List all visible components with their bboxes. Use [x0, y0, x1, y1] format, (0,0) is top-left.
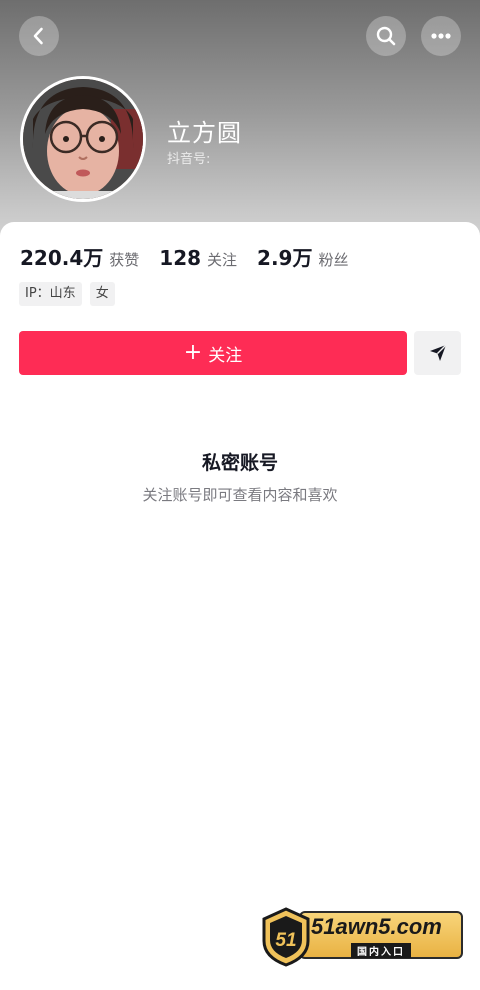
private-account-title: 私密账号: [201, 452, 278, 474]
stat-following[interactable]: 128 关注: [159, 246, 237, 270]
watermark-subtitle: 国内入口: [351, 943, 411, 958]
watermark-shield-icon: 51: [262, 907, 310, 967]
more-button[interactable]: [421, 16, 461, 56]
stat-followers-label: 粉丝: [318, 251, 349, 269]
stats-row: 220.4万 获赞 128 关注 2.9万 粉丝: [20, 242, 369, 271]
watermark-domain: 51awn5.com: [311, 914, 442, 939]
follow-button[interactable]: + 关注: [19, 331, 407, 375]
douyin-id-label: 抖音号:: [167, 152, 211, 167]
stat-likes-value: 220.4万: [20, 246, 104, 270]
profile-header: 立方圆 抖音号:: [0, 0, 480, 250]
stat-likes-label: 获赞: [109, 251, 140, 269]
search-button[interactable]: [366, 16, 406, 56]
avatar[interactable]: [20, 76, 146, 202]
stat-following-label: 关注: [207, 251, 238, 269]
private-account-description: 关注账号即可查看内容和喜欢: [142, 486, 338, 504]
follow-button-label: 关注: [208, 345, 243, 366]
profile-name: 立方圆: [167, 119, 242, 147]
plus-icon: +: [183, 340, 203, 365]
ip-location-tag: IP：山东: [19, 282, 82, 306]
send-icon: [429, 344, 446, 361]
stat-following-value: 128: [159, 246, 202, 270]
watermark-badge: 51: [275, 930, 296, 951]
stat-followers[interactable]: 2.9万 粉丝: [257, 242, 348, 271]
send-message-button[interactable]: [414, 331, 461, 375]
more-icon: [431, 33, 451, 39]
back-button[interactable]: [19, 16, 59, 56]
avatar-portrait: [23, 79, 143, 199]
gender-tag: 女: [89, 282, 115, 306]
stat-likes[interactable]: 220.4万 获赞: [20, 242, 139, 271]
stat-followers-value: 2.9万: [257, 246, 313, 270]
search-icon: [376, 26, 396, 46]
watermark: 51 51awn5.com 国内入口: [261, 899, 471, 987]
chevron-left-icon: [33, 27, 43, 45]
profile-tags: IP：山东 女: [19, 282, 123, 306]
profile-card: 220.4万 获赞 128 关注 2.9万 粉丝 IP：山东 女 + 关注 私密…: [0, 222, 480, 990]
